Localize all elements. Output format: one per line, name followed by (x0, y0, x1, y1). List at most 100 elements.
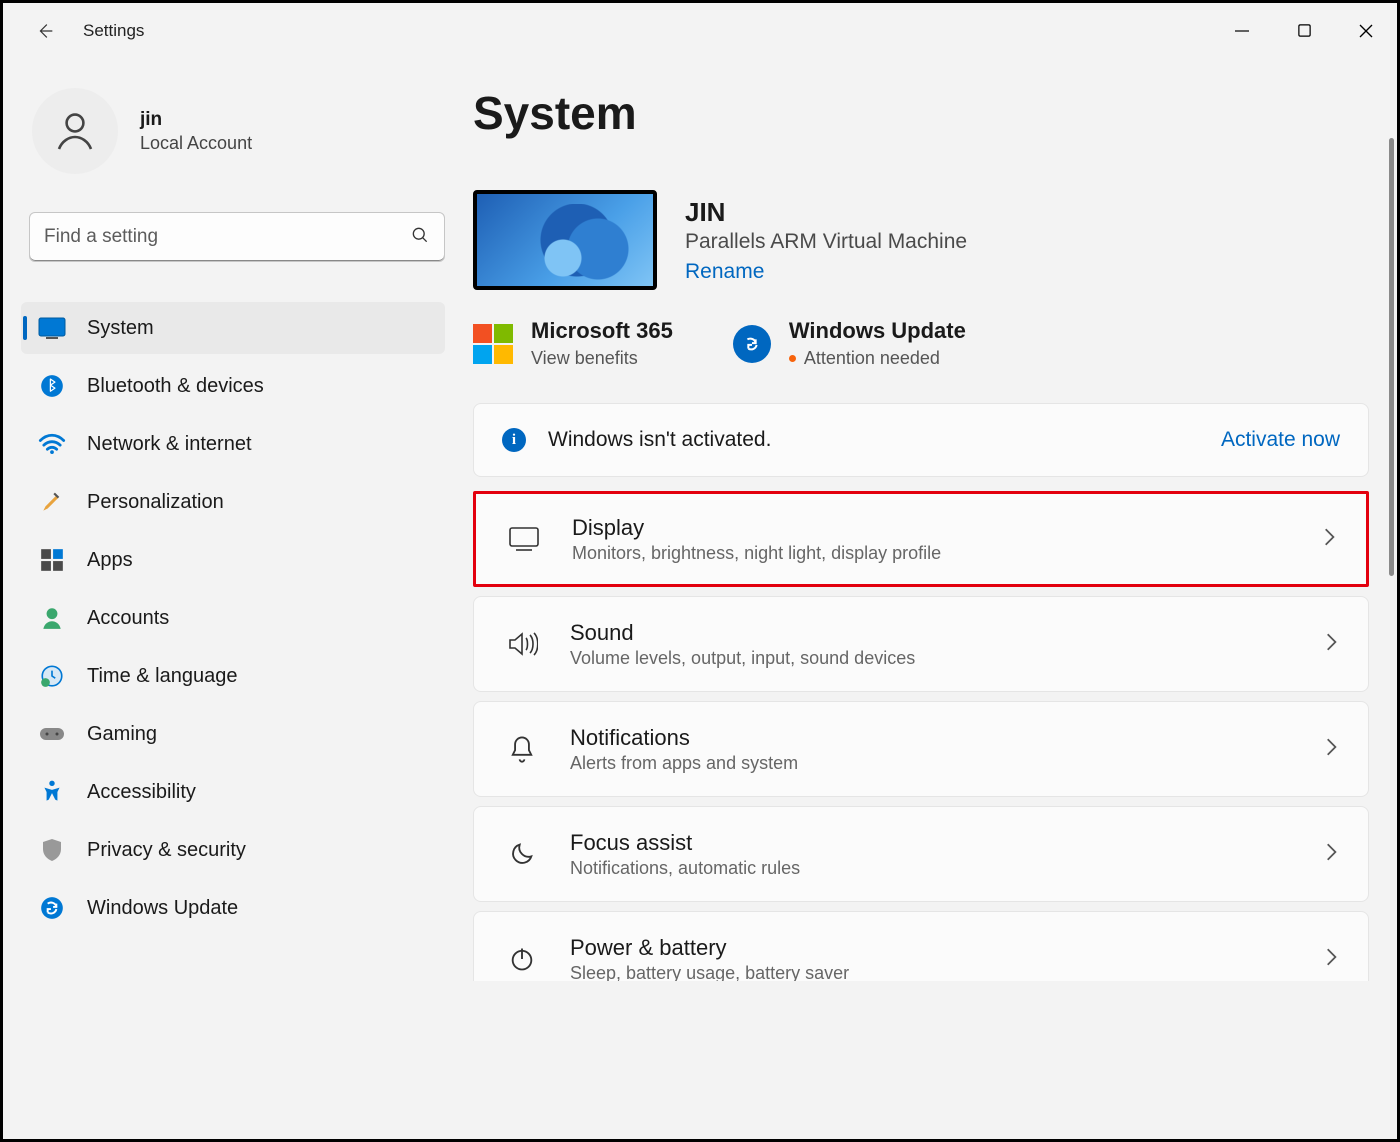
gamepad-icon (37, 719, 67, 749)
profile-text: jin Local Account (140, 109, 252, 154)
sidebar-item-apps[interactable]: Apps (21, 534, 445, 586)
setting-title: Focus assist (570, 830, 1324, 856)
sidebar: jin Local Account System (3, 58, 473, 1139)
main-panel: System JIN Parallels ARM Virtual Machine… (473, 58, 1397, 1139)
setting-title: Display (572, 515, 1322, 541)
apps-icon (37, 545, 67, 575)
setting-list: Display Monitors, brightness, night ligh… (473, 491, 1369, 981)
rename-link[interactable]: Rename (685, 260, 967, 284)
chevron-right-icon (1322, 526, 1336, 553)
setting-title: Sound (570, 620, 1324, 646)
chevron-right-icon (1324, 631, 1338, 658)
power-icon (504, 941, 540, 977)
tile-subtitle: Attention needed (789, 348, 966, 369)
chevron-right-icon (1324, 946, 1338, 973)
sidebar-item-time[interactable]: Time & language (21, 650, 445, 702)
sidebar-item-update[interactable]: Windows Update (21, 882, 445, 934)
minimize-button[interactable] (1211, 3, 1273, 58)
sidebar-item-personalization[interactable]: Personalization (21, 476, 445, 528)
chevron-right-icon (1324, 841, 1338, 868)
scrollbar-thumb[interactable] (1389, 138, 1394, 576)
setting-subtitle: Monitors, brightness, night light, displ… (572, 543, 1322, 564)
page-title: System (473, 86, 1369, 140)
titlebar: Settings (3, 3, 1397, 58)
setting-title: Power & battery (570, 935, 1324, 961)
device-block: JIN Parallels ARM Virtual Machine Rename (473, 190, 1369, 290)
maximize-button[interactable] (1273, 3, 1335, 58)
sidebar-item-system[interactable]: System (21, 302, 445, 354)
setting-subtitle: Notifications, automatic rules (570, 858, 1324, 879)
setting-title: Notifications (570, 725, 1324, 751)
sidebar-item-gaming[interactable]: Gaming (21, 708, 445, 760)
setting-subtitle: Alerts from apps and system (570, 753, 1324, 774)
system-icon (37, 313, 67, 343)
sidebar-item-label: Time & language (87, 665, 237, 688)
setting-focus-assist[interactable]: Focus assist Notifications, automatic ru… (473, 806, 1369, 902)
activate-link[interactable]: Activate now (1221, 428, 1340, 452)
device-name: JIN (685, 197, 967, 228)
update-icon (37, 893, 67, 923)
setting-subtitle: Sleep, battery usage, battery saver (570, 963, 1324, 982)
sidebar-item-label: Bluetooth & devices (87, 375, 264, 398)
tile-title: Microsoft 365 (531, 318, 673, 344)
sidebar-item-label: System (87, 317, 154, 340)
info-icon: i (502, 428, 526, 452)
back-button[interactable] (25, 11, 65, 51)
sidebar-item-label: Apps (87, 549, 133, 572)
wifi-icon (37, 429, 67, 459)
search-box[interactable] (29, 212, 445, 262)
bell-icon (504, 731, 540, 767)
sidebar-item-label: Accessibility (87, 781, 196, 804)
setting-notifications[interactable]: Notifications Alerts from apps and syste… (473, 701, 1369, 797)
clock-icon (37, 661, 67, 691)
nav-list: System Bluetooth & devices Network & int… (21, 302, 445, 934)
promo-tiles: Microsoft 365 View benefits Windows Upda… (473, 318, 1369, 369)
ms365-tile[interactable]: Microsoft 365 View benefits (473, 318, 673, 369)
sidebar-item-label: Network & internet (87, 433, 252, 456)
setting-subtitle: Volume levels, output, input, sound devi… (570, 648, 1324, 669)
sidebar-item-label: Accounts (87, 607, 169, 630)
sidebar-item-label: Personalization (87, 491, 224, 514)
search-icon (410, 225, 430, 250)
activation-banner: i Windows isn't activated. Activate now (473, 403, 1369, 477)
sidebar-item-network[interactable]: Network & internet (21, 418, 445, 470)
attention-dot-icon (789, 355, 796, 362)
sound-icon (504, 626, 540, 662)
profile-sub: Local Account (140, 133, 252, 154)
account-icon (37, 603, 67, 633)
sidebar-item-label: Gaming (87, 723, 157, 746)
accessibility-icon (37, 777, 67, 807)
close-button[interactable] (1335, 3, 1397, 58)
setting-display[interactable]: Display Monitors, brightness, night ligh… (473, 491, 1369, 587)
bluetooth-icon (37, 371, 67, 401)
setting-power[interactable]: Power & battery Sleep, battery usage, ba… (473, 911, 1369, 981)
sidebar-item-accessibility[interactable]: Accessibility (21, 766, 445, 818)
setting-power-partial: Power & battery Sleep, battery usage, ba… (473, 911, 1369, 981)
sidebar-item-accounts[interactable]: Accounts (21, 592, 445, 644)
sidebar-item-privacy[interactable]: Privacy & security (21, 824, 445, 876)
search-input[interactable] (44, 226, 410, 248)
sidebar-item-label: Privacy & security (87, 839, 246, 862)
sidebar-item-label: Windows Update (87, 897, 238, 920)
moon-icon (504, 836, 540, 872)
windows-update-tile[interactable]: Windows Update Attention needed (733, 318, 966, 369)
window-controls (1211, 3, 1397, 58)
tile-title: Windows Update (789, 318, 966, 344)
display-icon (506, 521, 542, 557)
windows-update-icon (733, 325, 771, 363)
paintbrush-icon (37, 487, 67, 517)
setting-sound[interactable]: Sound Volume levels, output, input, soun… (473, 596, 1369, 692)
shield-icon (37, 835, 67, 865)
sidebar-item-bluetooth[interactable]: Bluetooth & devices (21, 360, 445, 412)
profile-name: jin (140, 109, 252, 131)
app-title: Settings (83, 21, 144, 41)
device-thumbnail (473, 190, 657, 290)
banner-text: Windows isn't activated. (548, 428, 1221, 452)
settings-window: Settings jin Local Account (3, 3, 1397, 1139)
chevron-right-icon (1324, 736, 1338, 763)
microsoft-logo-icon (473, 324, 513, 364)
avatar (32, 88, 118, 174)
device-info: JIN Parallels ARM Virtual Machine Rename (685, 197, 967, 284)
device-subtitle: Parallels ARM Virtual Machine (685, 230, 967, 254)
profile-block[interactable]: jin Local Account (21, 78, 445, 174)
